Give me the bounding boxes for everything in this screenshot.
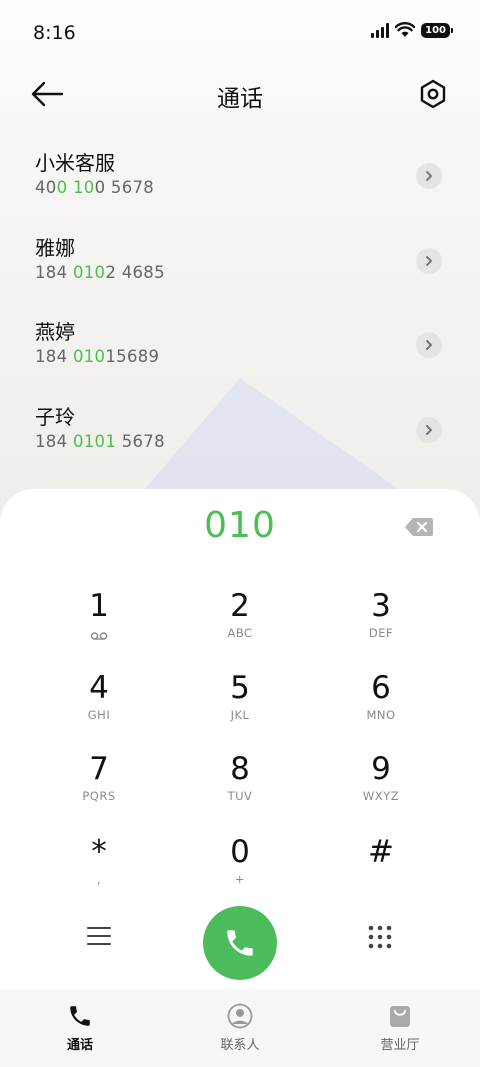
chevron-right-icon [426,255,432,266]
nav-label: 通话 [66,1038,93,1053]
contact-number: 184 01015689 [35,347,160,366]
shopping-bag-icon [390,1006,410,1027]
phone-icon [227,930,253,956]
key-digit: 0 [230,834,250,870]
signal-icon [371,22,390,38]
contact-list: 小米客服 400 100 5678 雅娜 184 0102 4685 燕婷 18… [0,134,480,472]
key-digit: 6 [371,670,391,706]
settings-button[interactable] [418,78,448,110]
key-letters: MNO [366,708,396,722]
menu-icon [87,927,111,945]
contact-item[interactable]: 小米客服 400 100 5678 [0,134,480,219]
key-letters: , [96,872,102,886]
contact-item[interactable]: 雅娜 184 0102 4685 [0,219,480,304]
key-0[interactable]: 0 + [170,830,310,912]
key-9[interactable]: 9 WXYZ [311,747,451,829]
nav-item-service-hall[interactable]: 营业厅 [320,989,480,1067]
key-digit: 3 [371,588,391,624]
key-letters: PQRS [82,789,116,803]
contact-detail-button[interactable] [416,163,442,189]
backspace-icon [405,518,433,536]
key-digit: 5 [230,670,250,706]
key-letters: DEF [368,626,394,640]
key-digit: 1 [89,588,109,624]
chevron-right-icon [426,171,432,181]
contact-name: 雅娜 [35,235,75,260]
nav-label: 联系人 [220,1038,260,1053]
key-letters: WXYZ [362,789,400,803]
contact-number: 184 0102 4685 [35,262,165,282]
nav-label: 营业厅 [380,1038,420,1053]
key-digit: * [91,834,107,870]
key-6[interactable]: 6 MNO [311,666,451,748]
header: 通话 [0,64,480,124]
dial-panel: 010 1 2 ABC 3 DEF 4 GHI 5 JKL 6 MNO 7 PQ… [0,489,480,1067]
contact-detail-button[interactable] [416,332,442,358]
dialpad-toggle-button[interactable] [367,924,393,950]
contact-number: 184 0101 5678 [35,431,165,451]
key-digit: 2 [230,588,250,624]
contact-item[interactable]: 燕婷 184 01015689 [0,303,480,388]
call-button[interactable] [203,906,277,980]
key-2[interactable]: 2 ABC [170,584,310,666]
contact-detail-button[interactable] [416,416,442,443]
backspace-button[interactable] [404,517,434,537]
nav-item-contacts[interactable]: 联系人 [160,989,320,1067]
key-3[interactable]: 3 DEF [311,584,451,666]
key-digit: 4 [89,670,109,706]
contact-name: 燕婷 [35,320,75,344]
contact-number: 400 100 5678 [35,178,155,197]
status-icons: 100 [371,22,453,38]
key-digit: 8 [230,751,250,787]
key-letters: GHI [87,708,111,722]
bottom-nav: 通话 联系人 营业厅 [0,989,480,1067]
nav-item-calls[interactable]: 通话 [0,989,160,1067]
key-1[interactable]: 1 [29,584,169,666]
settings-icon [420,79,446,109]
contact-item[interactable]: 子玲 184 0101 5678 [0,388,480,473]
person-icon [227,1003,253,1029]
contact-name: 子玲 [35,404,75,429]
key-letters: JKL [230,708,250,722]
key-digit: 9 [371,751,391,787]
key-digit: # [368,834,394,870]
key-star[interactable]: * , [29,830,169,912]
status-bar: 8:16 100 [0,0,480,64]
battery-icon: 100 [421,22,453,38]
key-digit: 7 [89,751,109,787]
contact-name: 小米客服 [35,151,115,175]
key-letters: + [234,872,246,886]
phone-icon [70,1006,90,1026]
key-7[interactable]: 7 PQRS [29,747,169,829]
key-hash[interactable]: # [311,830,451,912]
key-5[interactable]: 5 JKL [170,666,310,748]
wifi-icon [395,22,416,37]
voicemail-icon [90,632,108,640]
menu-button[interactable] [86,924,112,948]
key-8[interactable]: 8 TUV [170,747,310,829]
dialpad-icon [368,925,392,949]
key-letters: ABC [227,626,253,640]
chevron-right-icon [426,424,432,435]
chevron-right-icon [426,340,432,350]
page-title: 通话 [217,86,263,112]
key-4[interactable]: 4 GHI [29,666,169,748]
key-letters: TUV [227,789,253,803]
status-time: 8:16 [33,22,76,44]
contact-detail-button[interactable] [416,247,442,274]
